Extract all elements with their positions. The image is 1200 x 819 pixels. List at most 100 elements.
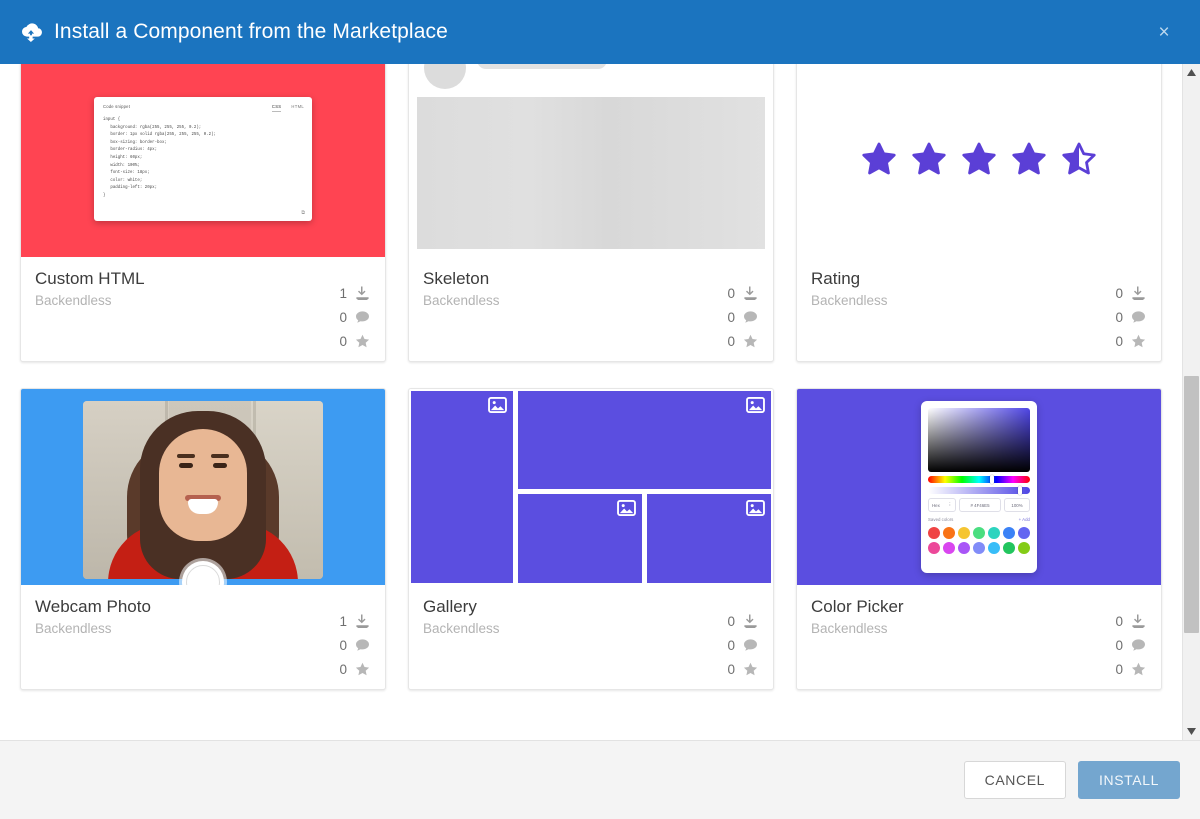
card-author: Backendless — [423, 620, 759, 637]
scroll-down-button[interactable] — [1183, 723, 1200, 740]
component-card-gallery[interactable]: Gallery Backendless 0 0 — [408, 388, 774, 690]
comments-count: 0 — [1115, 638, 1123, 653]
marketplace-install-dialog: Install a Component from the Marketplace… — [0, 0, 1200, 819]
stat-downloads: 0 — [727, 285, 759, 302]
star-icon — [1130, 333, 1147, 350]
saved-color-swatches — [928, 527, 1030, 554]
color-swatch — [928, 527, 940, 539]
hex-input: # 4F46E5 — [959, 498, 1001, 512]
card-stats: 1 0 0 — [339, 285, 371, 350]
vertical-scrollbar[interactable] — [1182, 64, 1200, 740]
code-snippet-tabs: CSS HTML — [272, 104, 304, 112]
webcam-photo-image — [83, 401, 323, 579]
comments-count: 0 — [727, 638, 735, 653]
star-filled-icon — [958, 138, 1000, 180]
component-card-rating[interactable]: Rating Backendless 0 0 — [796, 64, 1162, 362]
tab-css[interactable]: CSS — [272, 104, 282, 112]
cancel-button[interactable]: CANCEL — [964, 761, 1066, 799]
stat-stars: 0 — [339, 661, 371, 678]
card-info: Custom HTML Backendless 1 0 — [21, 257, 385, 361]
gallery-tile — [518, 391, 771, 489]
skeleton-text-placeholder — [477, 64, 607, 69]
gallery-preview — [409, 389, 773, 585]
close-icon[interactable]: × — [1150, 18, 1178, 46]
card-author: Backendless — [35, 292, 371, 309]
downloads-count: 0 — [1115, 614, 1123, 629]
image-icon — [746, 500, 765, 516]
stars-count: 0 — [727, 334, 735, 349]
dialog-header: Install a Component from the Marketplace… — [0, 0, 1200, 64]
star-filled-icon — [908, 138, 950, 180]
image-icon — [488, 397, 507, 413]
star-icon — [354, 661, 371, 678]
card-info: Rating Backendless 0 0 — [797, 257, 1161, 361]
card-author: Backendless — [811, 620, 1147, 637]
gallery-column-right — [518, 391, 771, 583]
card-title: Rating — [811, 269, 1147, 289]
alpha-slider — [928, 487, 1030, 494]
component-card-webcam-photo[interactable]: Webcam Photo Backendless 1 0 — [20, 388, 386, 690]
color-picker-preview: Hex ⋮ # 4F46E5 100% — [797, 389, 1161, 585]
downloads-count: 0 — [1115, 286, 1123, 301]
stat-comments: 0 — [339, 309, 371, 326]
stat-stars: 0 — [727, 661, 759, 678]
comments-count: 0 — [1115, 310, 1123, 325]
shutter-inner-ring — [186, 565, 220, 585]
stat-comments: 0 — [339, 637, 371, 654]
card-thumbnail — [21, 389, 385, 585]
color-swatch — [1003, 527, 1015, 539]
saturation-area — [928, 408, 1030, 472]
card-author: Backendless — [423, 292, 759, 309]
stat-downloads: 1 — [339, 285, 371, 302]
downloads-count: 1 — [339, 614, 347, 629]
stat-downloads: 0 — [727, 613, 759, 630]
component-card-color-picker[interactable]: Hex ⋮ # 4F46E5 100% — [796, 388, 1162, 690]
comment-icon — [1130, 637, 1147, 654]
card-info: Gallery Backendless 0 0 — [409, 585, 773, 689]
gallery-tile — [518, 494, 642, 583]
star-icon — [742, 333, 759, 350]
stars-count: 0 — [1115, 334, 1123, 349]
card-info: Color Picker Backendless 0 0 — [797, 585, 1161, 689]
component-card-custom-html[interactable]: Code snippet CSS HTML input { background… — [20, 64, 386, 362]
gallery-row-bottom — [518, 494, 771, 583]
alpha-input: 100% — [1004, 498, 1030, 512]
card-title: Custom HTML — [35, 269, 371, 289]
add-color-button: + Add — [1019, 517, 1030, 522]
stat-stars: 0 — [727, 333, 759, 350]
stat-stars: 0 — [1115, 333, 1147, 350]
copy-icon: ⧉ — [301, 210, 305, 216]
photo-eye-right — [213, 463, 227, 468]
code-snippet-body: input { background: rgba(255, 255, 255, … — [103, 117, 304, 201]
install-button[interactable]: INSTALL — [1078, 761, 1180, 799]
component-card-skeleton[interactable]: Skeleton Backendless 0 0 — [408, 64, 774, 362]
card-stats: 1 0 0 — [339, 613, 371, 678]
scrollbar-thumb[interactable] — [1184, 376, 1199, 633]
image-icon — [746, 397, 765, 413]
card-info: Skeleton Backendless 0 0 — [409, 257, 773, 361]
stat-stars: 0 — [339, 333, 371, 350]
scroll-up-button[interactable] — [1183, 64, 1200, 81]
comments-count: 0 — [339, 638, 347, 653]
dialog-footer: CANCEL INSTALL — [0, 740, 1200, 819]
card-title: Gallery — [423, 597, 759, 617]
card-thumbnail — [409, 389, 773, 585]
color-swatch — [988, 527, 1000, 539]
download-icon — [1130, 613, 1147, 630]
tab-html[interactable]: HTML — [291, 104, 304, 112]
card-thumbnail — [409, 64, 773, 257]
star-icon — [1130, 661, 1147, 678]
webcam-preview — [21, 389, 385, 585]
components-grid: Code snippet CSS HTML input { background… — [20, 64, 1162, 690]
stat-comments: 0 — [1115, 309, 1147, 326]
color-swatch — [1003, 542, 1015, 554]
stat-comments: 0 — [727, 309, 759, 326]
scrollbar-track[interactable] — [1183, 81, 1200, 723]
components-scroll-area[interactable]: Code snippet CSS HTML input { background… — [0, 64, 1182, 740]
chevron-down-icon — [1187, 728, 1196, 735]
comment-icon — [1130, 309, 1147, 326]
comment-icon — [742, 637, 759, 654]
downloads-count: 0 — [727, 614, 735, 629]
comments-count: 0 — [727, 310, 735, 325]
hue-slider — [928, 476, 1030, 483]
